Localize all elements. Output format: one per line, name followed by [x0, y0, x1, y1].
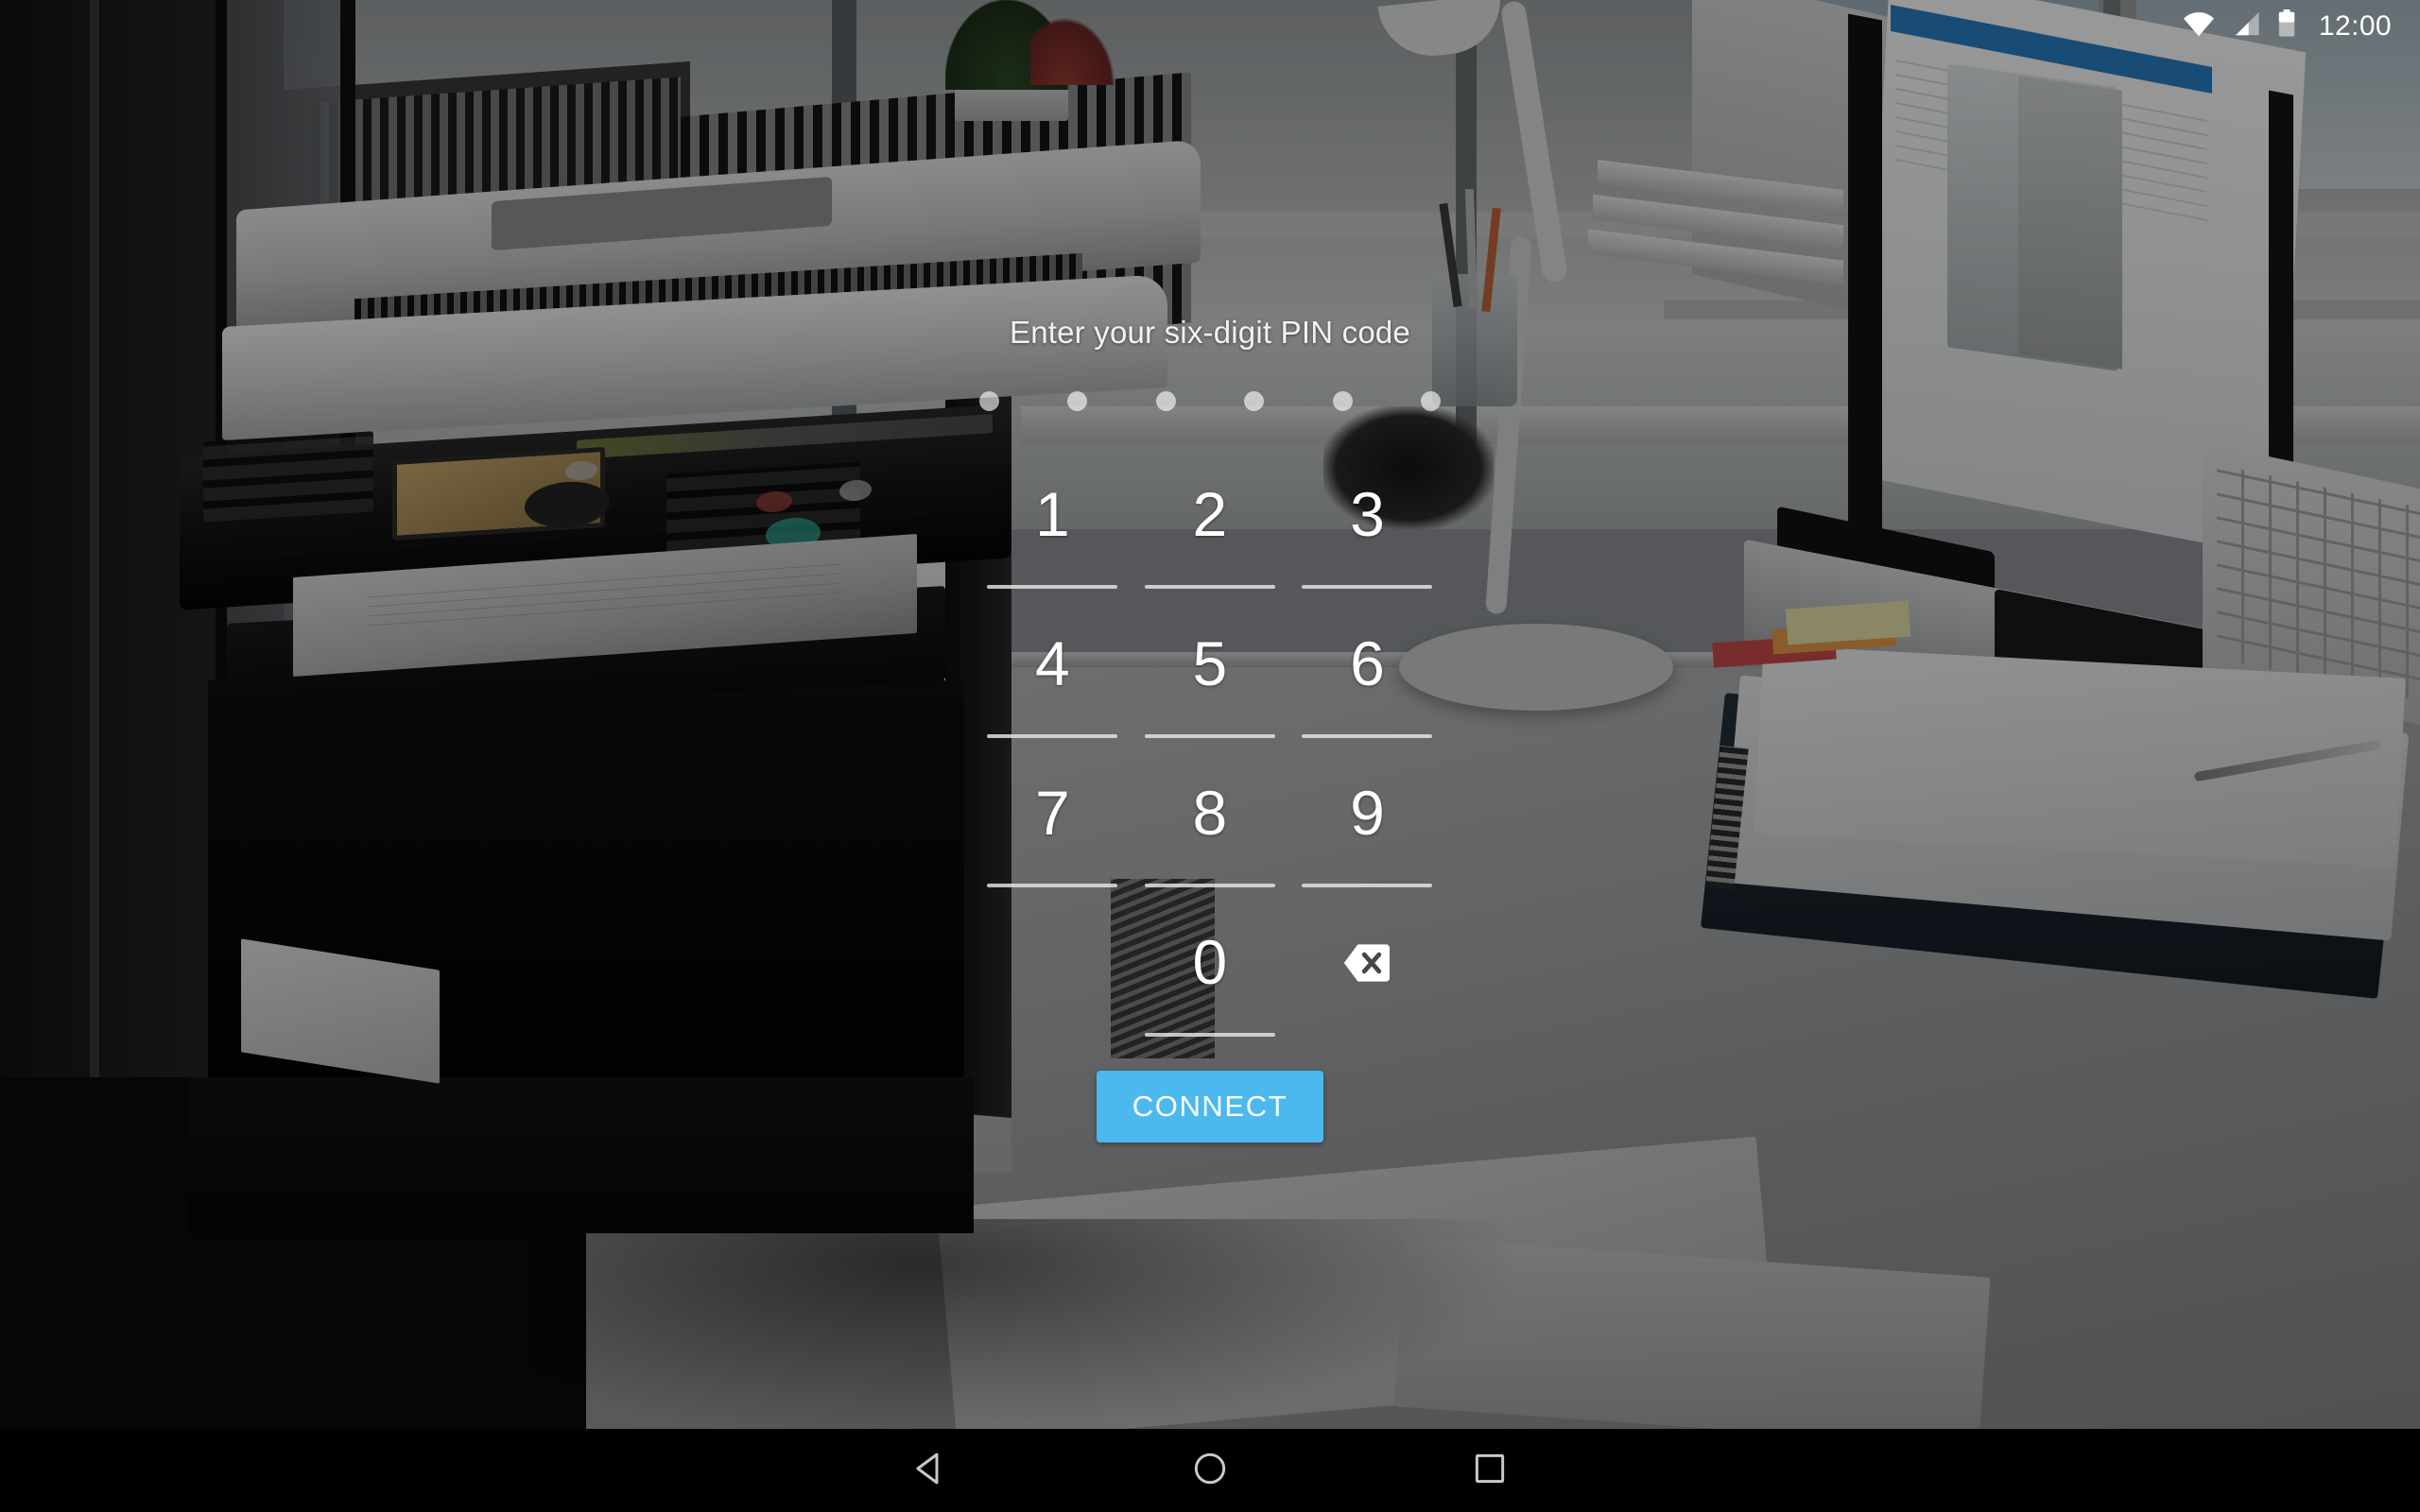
pin-dot [1420, 391, 1441, 411]
keypad-key-label: 5 [1192, 628, 1228, 698]
home-circle-icon [1190, 1449, 1230, 1493]
keypad-key-4[interactable]: 4 [974, 610, 1132, 759]
keypad-key-underline [1144, 585, 1275, 589]
recents-button[interactable] [1444, 1429, 1535, 1512]
keypad-row: 7 8 9 [974, 759, 1446, 908]
pin-entry-screen: Enter your six-digit PIN code 1 2 3 4 5 … [0, 0, 2420, 1429]
home-button[interactable] [1165, 1429, 1255, 1512]
connect-button[interactable]: CONNECT [1097, 1071, 1323, 1143]
keypad-key-label: 7 [1034, 778, 1070, 848]
keypad-key-1[interactable]: 1 [974, 460, 1132, 610]
keypad-row: 4 5 6 [974, 610, 1446, 759]
keypad-key-underline [987, 585, 1117, 589]
keypad-key-label: 8 [1192, 778, 1228, 848]
keypad-key-3[interactable]: 3 [1288, 460, 1446, 610]
keypad-key-underline [1302, 734, 1433, 738]
keypad-key-label: 3 [1350, 479, 1385, 549]
back-button[interactable] [885, 1429, 976, 1512]
pin-dots-indicator [979, 391, 1441, 411]
keypad-key-label: 9 [1350, 778, 1385, 848]
keypad-key-underline [1144, 734, 1275, 738]
pin-prompt-label: Enter your six-digit PIN code [1010, 315, 1410, 350]
pin-dot [1067, 391, 1088, 411]
keypad-key-underline [1302, 585, 1433, 589]
backspace-button[interactable] [1288, 908, 1446, 1057]
keypad-spacer [974, 908, 1132, 1057]
device-screen: 12:00 Enter your six-digit PIN code 1 2 [0, 0, 2420, 1512]
pin-dot [1155, 391, 1176, 411]
keypad-key-label: 0 [1192, 927, 1228, 997]
keypad-key-underline [1302, 884, 1433, 887]
keypad-key-underline [987, 884, 1117, 887]
android-navigation-bar [0, 1429, 2420, 1512]
recents-square-icon [1470, 1449, 1510, 1493]
keypad-key-5[interactable]: 5 [1132, 610, 1289, 759]
keypad-key-underline [1144, 884, 1275, 887]
keypad-key-underline [1144, 1033, 1275, 1037]
keypad-key-7[interactable]: 7 [974, 759, 1132, 908]
keypad-key-8[interactable]: 8 [1132, 759, 1289, 908]
keypad-key-label: 6 [1350, 628, 1385, 698]
keypad-key-underline [987, 734, 1117, 738]
pin-dot [1244, 391, 1265, 411]
keypad-key-0[interactable]: 0 [1132, 908, 1289, 1057]
connect-button-row: CONNECT [1097, 1071, 1323, 1143]
keypad-key-label: 1 [1034, 479, 1070, 549]
keypad-key-2[interactable]: 2 [1132, 460, 1289, 610]
pin-dot [1332, 391, 1353, 411]
keypad-key-9[interactable]: 9 [1288, 759, 1446, 908]
pin-dot [979, 391, 999, 411]
keypad-key-label: 4 [1034, 628, 1070, 698]
backspace-icon [1342, 942, 1392, 984]
keypad-row: 1 2 3 [974, 460, 1446, 610]
keypad-row: 0 [974, 908, 1446, 1057]
keypad-key-6[interactable]: 6 [1288, 610, 1446, 759]
keypad-key-label: 2 [1192, 479, 1228, 549]
numeric-keypad: 1 2 3 4 5 6 7 8 9 0 [974, 460, 1446, 1057]
back-triangle-icon [910, 1449, 950, 1493]
